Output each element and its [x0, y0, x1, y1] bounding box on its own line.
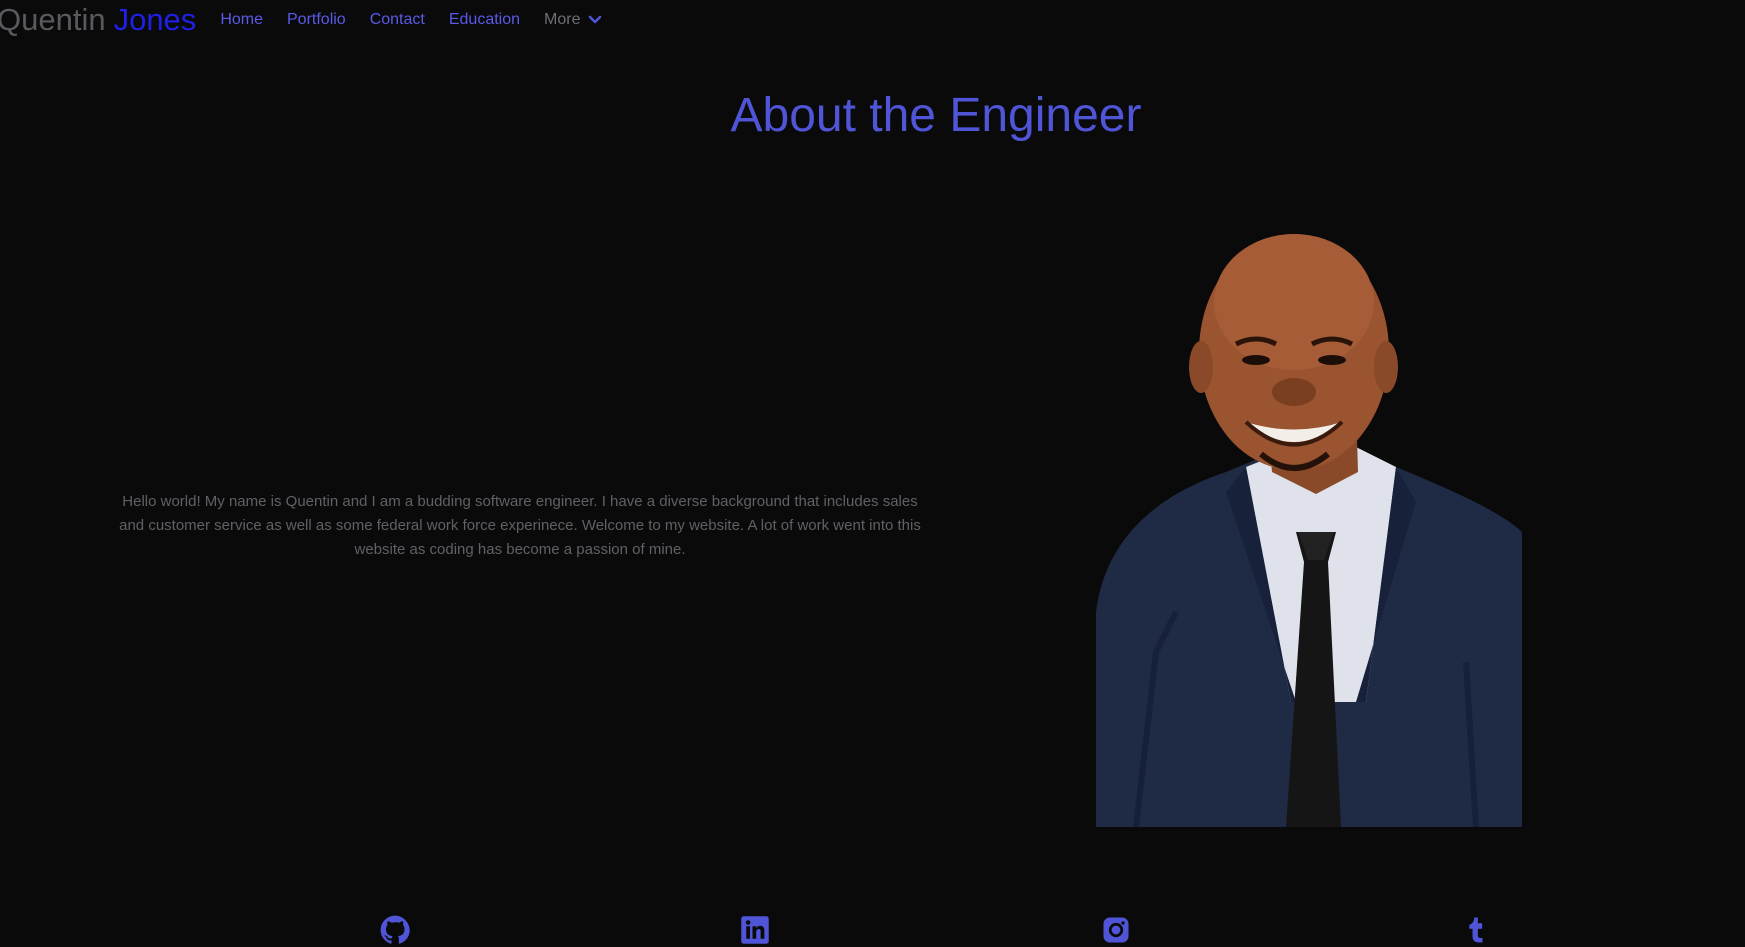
nav-links: Home Portfolio Contact Education More: [220, 11, 602, 29]
bio-text: Hello world! My name is Quentin and I am…: [119, 493, 921, 558]
brand-logo[interactable]: Quentin Jones: [0, 0, 196, 40]
chevron-down-icon: [589, 15, 602, 24]
tumblr-icon[interactable]: [1461, 915, 1491, 945]
brand-last-name: Jones: [113, 2, 197, 37]
instagram-icon[interactable]: [1101, 915, 1131, 945]
nav-more-label: More: [544, 11, 581, 28]
navbar: Quentin Jones Home Portfolio Contact Educ…: [0, 0, 602, 40]
brand-first-name: Quentin: [0, 2, 106, 37]
nav-link-home[interactable]: Home: [220, 11, 263, 29]
nav-more-dropdown[interactable]: More: [544, 11, 602, 29]
page: Quentin Jones Home Portfolio Contact Educ…: [0, 0, 1745, 947]
profile-photo: [1096, 234, 1522, 827]
page-title: About the Engineer: [730, 89, 1142, 142]
github-icon[interactable]: [380, 915, 410, 945]
nav-link-education[interactable]: Education: [449, 11, 520, 29]
nav-link-contact[interactable]: Contact: [370, 11, 425, 29]
nav-link-portfolio[interactable]: Portfolio: [287, 11, 346, 29]
linkedin-icon[interactable]: [740, 915, 770, 945]
